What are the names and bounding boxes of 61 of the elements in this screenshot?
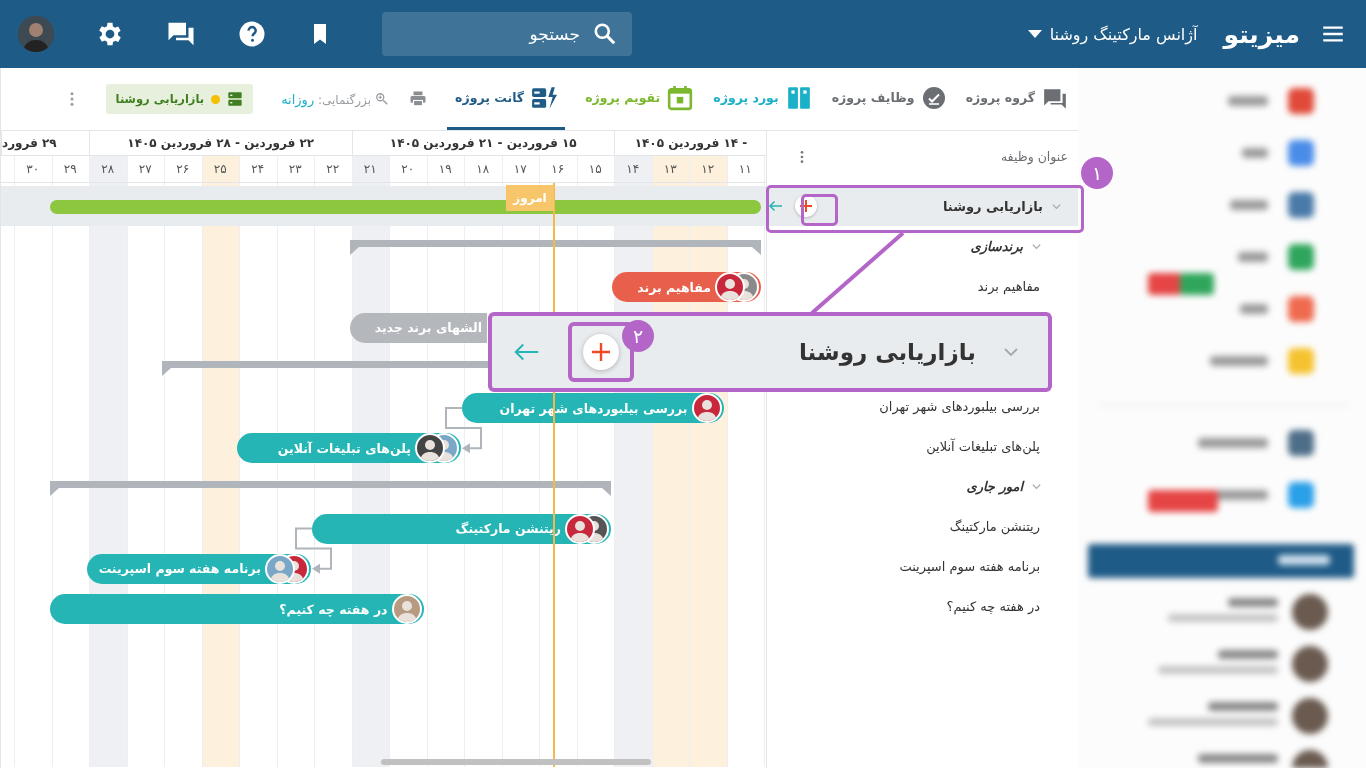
week-label: - ۱۴ فروردین ۱۴۰۵ [614,131,767,156]
search-icon [592,21,618,47]
day-label: ۱۲ [700,161,716,178]
day-label: ۲۷ [137,161,153,178]
app-logo: میزیتو [1223,19,1300,49]
task-title[interactable]: مفاهیم برند [977,278,1040,294]
today-marker: امروز [506,185,554,211]
day-label: ۲۴ [250,161,266,178]
scrollbar[interactable] [381,759,651,765]
task-bar[interactable]: مفاهیم برند [612,272,761,303]
week-label: ۲۹ فرورد [1,131,89,156]
day-label: ۲۳ [287,161,303,178]
print-icon[interactable] [409,90,428,108]
tab[interactable]: بورد پروژه [695,68,812,130]
project-chip[interactable]: بازاریابی روشنا [105,84,254,114]
column-header: عنوان وظیفه [1000,149,1068,164]
day-label: ۲۱ [362,161,378,178]
day-label: ۱۵ [587,161,603,178]
day-label: ۱۴ [625,161,641,178]
day-label: ۲۵ [212,161,228,178]
week-label: ۱۵ فروردین - ۲۱ فروردین ۱۴۰۵ [351,131,614,156]
project-title[interactable]: بازاریابی روشنا [942,198,1043,214]
project-title: بازاریابی روشنا [799,339,976,365]
calendar-icon [667,84,694,111]
group-title[interactable]: امور جاری [966,478,1023,494]
day-label: ۲۸ [100,161,116,178]
plus-icon [800,200,813,212]
tab[interactable]: وظایف پروژه [813,68,946,130]
day-label: ۱۶ [550,161,566,178]
avatar[interactable] [18,16,54,52]
task-title[interactable]: در هفته چه کنیم؟ [946,598,1040,614]
day-label: ۲۹ [62,161,78,178]
day-label: ۱۱ [737,161,753,178]
day-label: ۱۹ [437,161,453,178]
task-title[interactable]: ریتنشن مارکتینگ [949,518,1040,534]
plus-icon [592,343,610,361]
caret-icon [1027,29,1042,39]
day-label: ۱۷ [512,161,528,178]
gantt-icon [531,84,558,111]
server-icon [227,91,244,107]
day-label: ۲۰ [400,161,416,178]
board-icon [785,84,812,111]
zoom-selector[interactable]: بزرگنمایی: روزانه [281,68,390,130]
workspace-dropdown[interactable]: آژانس مارکتینگ روشنا [1027,24,1198,44]
day-label: ۱۳ [662,161,678,178]
week-label: ۲۲ فروردین - ۲۸ فروردین ۱۴۰۵ [89,131,352,156]
day-label: ۱۸ [475,161,491,178]
day-label: ۲۶ [175,161,191,178]
day-label: ۳۰ [25,161,41,178]
check-circle-icon [921,84,946,111]
tab[interactable]: گانت پروژه [447,68,566,130]
status-dot [211,94,221,104]
task-title[interactable]: پلن‌های تبلیغات آنلاین [926,438,1040,454]
tab[interactable]: گروه پروژه [947,68,1068,130]
task-title[interactable]: برنامه هفته سوم اسپرینت [899,558,1040,574]
group-title[interactable]: برندسازی [970,238,1023,254]
zoom-in-icon [375,92,390,106]
help-icon[interactable] [237,19,267,49]
task-row[interactable]: بازاریابی روشنا [767,186,1078,226]
task-title[interactable]: بررسی بیلبوردهای شهر تهران [879,398,1040,414]
day-label: ۲۲ [325,161,341,178]
